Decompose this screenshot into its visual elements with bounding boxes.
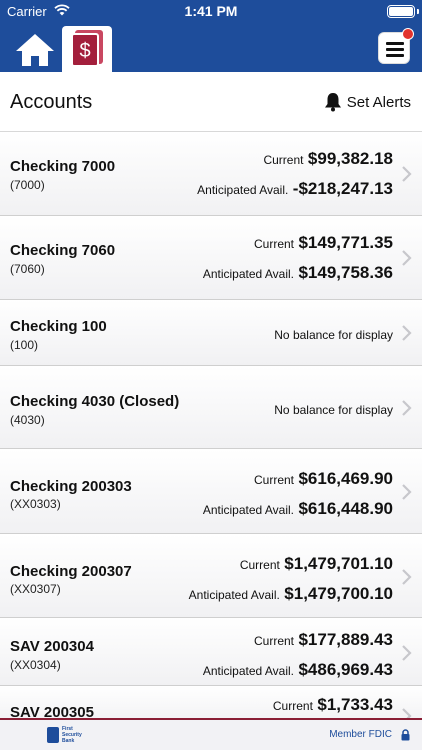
current-balance: $99,382.18 — [307, 149, 393, 168]
accounts-card-icon: $ — [71, 33, 99, 67]
bank-logo: First Security Bank — [47, 726, 82, 744]
current-balance-line: Current $1,479,701.10 — [240, 554, 393, 574]
current-balance-line: Current $177,889.43 — [254, 630, 393, 650]
anticipated-balance-line: Anticipated Avail. $486,969.43 — [203, 660, 393, 680]
current-balance-line: Current $149,771.35 — [254, 233, 393, 253]
anticipated-balance: $149,758.36 — [298, 263, 393, 282]
chevron-right-icon — [402, 400, 412, 416]
account-row[interactable]: Checking 200303 (XX0303) Current $616,46… — [0, 449, 422, 534]
bank-logo-mark-icon — [47, 727, 59, 743]
current-label: Current — [253, 237, 294, 251]
chevron-right-icon — [402, 484, 412, 500]
account-name: Checking 100 — [10, 318, 107, 335]
current-label: Current — [239, 558, 280, 572]
account-number: (100) — [10, 338, 39, 352]
anticipated-balance: $616,448.90 — [298, 499, 393, 518]
home-icon[interactable] — [14, 32, 56, 68]
set-alerts-button[interactable]: Set Alerts — [324, 92, 411, 112]
anticipated-balance: -$218,247.13 — [292, 179, 393, 198]
no-balance-message: No balance for display — [274, 328, 393, 342]
menu-icon-bar — [386, 48, 404, 51]
no-balance-message: No balance for display — [274, 403, 393, 417]
anticipated-balance: $1,479,700.10 — [284, 584, 393, 603]
anticipated-balance: $486,969.43 — [298, 660, 393, 679]
current-balance: $149,771.35 — [298, 233, 393, 252]
chevron-right-icon — [402, 250, 412, 266]
member-fdic-label: Member FDIC — [329, 729, 392, 740]
current-label: Current — [263, 153, 304, 167]
current-label: Current — [253, 634, 294, 648]
accounts-header: Accounts Set Alerts — [0, 72, 422, 132]
dollar-sign-icon: $ — [79, 40, 91, 62]
account-name: SAV 200304 — [10, 638, 94, 655]
anticipated-label: Anticipated Avail. — [188, 588, 280, 602]
account-number: (7000) — [10, 178, 45, 192]
current-balance-line: Current $99,382.18 — [263, 149, 393, 169]
battery-icon — [387, 5, 415, 18]
current-balance-line: Current $616,469.90 — [254, 469, 393, 489]
current-balance: $1,479,701.10 — [284, 554, 393, 573]
bank-logo-text: First Security Bank — [62, 726, 82, 744]
account-number: (XX0307) — [10, 582, 61, 596]
lock-icon — [401, 729, 410, 741]
menu-button[interactable] — [378, 28, 414, 64]
chevron-right-icon — [402, 166, 412, 182]
chevron-right-icon — [402, 569, 412, 585]
footer-bar: First Security Bank Member FDIC — [0, 718, 422, 750]
current-balance: $616,469.90 — [298, 469, 393, 488]
menu-icon-bar — [386, 54, 404, 57]
account-name: Checking 7000 — [10, 158, 116, 175]
notification-badge — [402, 28, 414, 40]
anticipated-label: Anticipated Avail. — [202, 503, 294, 517]
anticipated-label: Anticipated Avail. — [202, 267, 294, 281]
chevron-right-icon — [402, 325, 412, 341]
current-label: Current — [272, 699, 313, 713]
nav-bar: $ — [0, 24, 422, 72]
anticipated-label: Anticipated Avail. — [202, 664, 294, 678]
chevron-right-icon — [402, 645, 412, 661]
balance-message-line: No balance for display — [274, 401, 393, 419]
anticipated-balance-line: Anticipated Avail. $616,448.90 — [203, 499, 393, 519]
account-row[interactable]: Checking 7000 (7000) Current $99,382.18 … — [0, 132, 422, 216]
anticipated-label: Anticipated Avail. — [197, 183, 289, 197]
account-name: Checking 200303 — [10, 478, 132, 495]
menu-icon-bar — [386, 42, 404, 45]
current-balance: $1,733.43 — [317, 695, 393, 714]
account-row[interactable]: SAV 200304 (XX0304) Current $177,889.43 … — [0, 618, 422, 686]
status-bar: Carrier 1:41 PM — [0, 0, 422, 24]
anticipated-balance-line: Anticipated Avail. $1,479,700.10 — [189, 584, 393, 604]
account-name: Checking 7060 — [10, 242, 116, 259]
account-name: Checking 4030 (Closed) — [10, 393, 180, 410]
balance-message-line: No balance for display — [274, 326, 393, 344]
anticipated-balance-line: Anticipated Avail. $149,758.36 — [203, 263, 393, 283]
set-alerts-label: Set Alerts — [346, 93, 411, 111]
account-row[interactable]: Checking 100 (100) No balance for displa… — [0, 300, 422, 366]
account-row[interactable]: Checking 200307 (XX0307) Current $1,479,… — [0, 534, 422, 618]
accounts-tab[interactable]: $ — [62, 26, 112, 72]
account-row[interactable]: Checking 7060 (7060) Current $149,771.35… — [0, 216, 422, 300]
account-row[interactable]: Checking 4030 (Closed) (4030) No balance… — [0, 366, 422, 449]
current-balance-line: Current $1,733.43 — [273, 695, 393, 715]
account-number: (7060) — [10, 262, 45, 276]
anticipated-balance-line: Anticipated Avail. -$218,247.13 — [197, 179, 393, 199]
status-time: 1:41 PM — [184, 3, 238, 19]
current-balance: $177,889.43 — [298, 630, 393, 649]
battery-nub — [417, 9, 419, 14]
current-label: Current — [253, 473, 294, 487]
account-number: (XX0304) — [10, 658, 61, 672]
account-name: Checking 200307 — [10, 563, 132, 580]
bell-icon — [324, 93, 341, 112]
logo-line: Bank — [62, 738, 75, 744]
account-number: (4030) — [10, 413, 45, 427]
account-number: (XX0303) — [10, 497, 61, 511]
page-title: Accounts — [10, 91, 93, 113]
